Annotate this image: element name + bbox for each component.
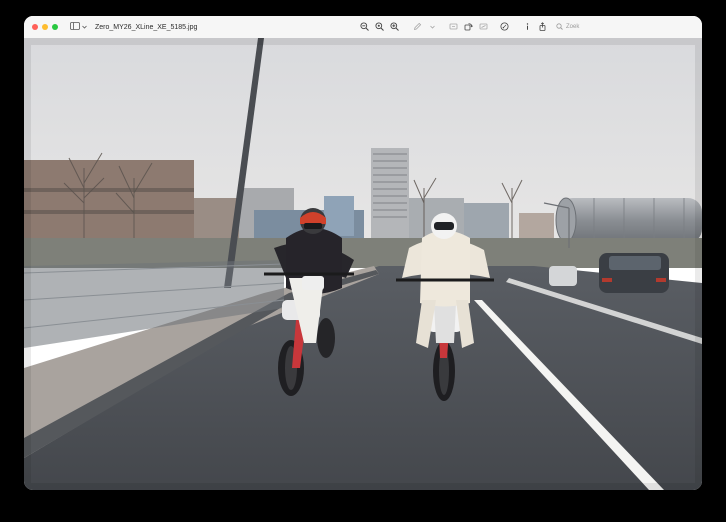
- preview-window: Zero_MY26_XLine_XE_5185.jpg Zoek: [24, 16, 702, 490]
- redact-icon: [479, 22, 488, 33]
- markup-button[interactable]: [410, 20, 424, 34]
- zoom-in-icon: [389, 21, 399, 33]
- zoom-in-button[interactable]: [387, 20, 401, 34]
- info-icon: [523, 22, 532, 33]
- info-button[interactable]: [520, 20, 534, 34]
- close-button[interactable]: [32, 24, 38, 30]
- minimize-button[interactable]: [42, 24, 48, 30]
- markup-menu-button[interactable]: [425, 20, 439, 34]
- zoom-to-fit-icon: [374, 21, 384, 33]
- title-bar: Zero_MY26_XLine_XE_5185.jpg Zoek: [24, 16, 702, 39]
- search-placeholder: Zoek: [566, 24, 580, 30]
- search-icon: [556, 22, 563, 32]
- zoom-button[interactable]: [52, 24, 58, 30]
- share-icon: [538, 21, 547, 33]
- markup-pen-icon: [413, 22, 422, 33]
- sidebar-toggle-button[interactable]: [70, 22, 87, 32]
- zoom-out-button[interactable]: [357, 20, 371, 34]
- crop-icon: [449, 22, 458, 33]
- search-field[interactable]: Zoek: [556, 21, 681, 34]
- crop-button[interactable]: [446, 20, 460, 34]
- rotate-icon: [464, 22, 473, 33]
- redact-button[interactable]: [476, 20, 490, 34]
- annotate-button[interactable]: [497, 20, 511, 34]
- window-title: Zero_MY26_XLine_XE_5185.jpg: [95, 23, 198, 31]
- share-button[interactable]: [535, 20, 549, 34]
- chevron-down-icon: [429, 24, 435, 31]
- annotate-icon: [500, 22, 509, 33]
- zoom-to-fit-button[interactable]: [372, 20, 386, 34]
- window-controls: [32, 24, 58, 30]
- toolbar: Zoek: [357, 16, 681, 38]
- rotate-button[interactable]: [461, 20, 475, 34]
- sidebar-icon: [70, 22, 80, 32]
- motorcycle-photo: [24, 38, 702, 490]
- chevron-down-icon: [82, 24, 87, 31]
- zoom-out-icon: [359, 21, 369, 33]
